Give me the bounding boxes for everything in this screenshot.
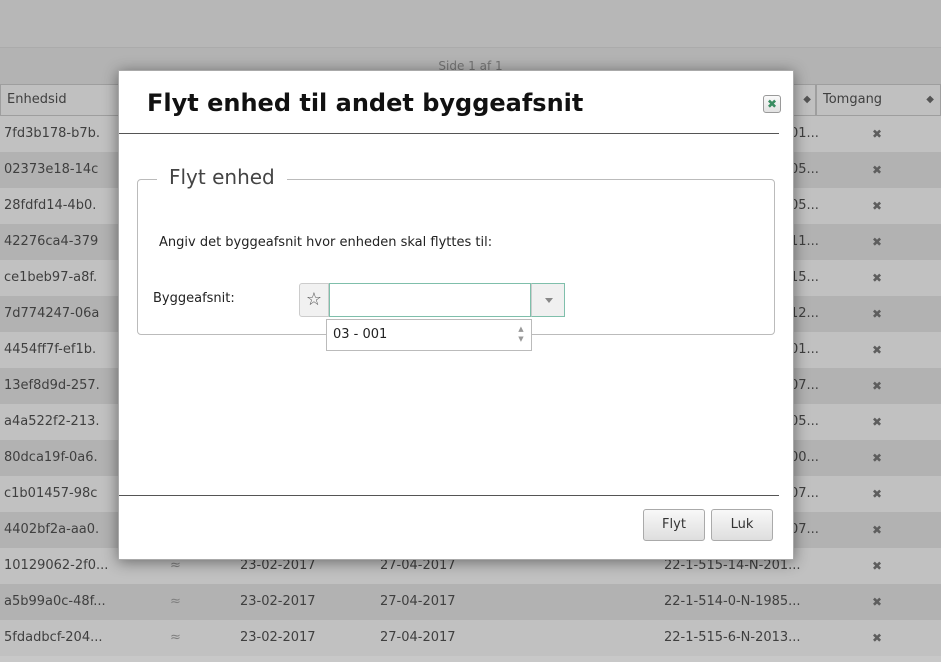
dropdown-toggle-button[interactable] [531, 283, 565, 317]
fieldset-legend: Flyt enhed [157, 165, 287, 189]
scroll-arrows-icon[interactable]: ▲ ▼ [517, 324, 525, 346]
move-button[interactable]: Flyt [643, 509, 705, 541]
byggeafsnit-label: Byggeafsnit: [153, 291, 235, 306]
byggeafsnit-dropdown-list: 03 - 001 ▲ ▼ [326, 319, 532, 351]
chevron-down-icon [545, 298, 553, 303]
close-button[interactable]: Luk [711, 509, 773, 541]
move-unit-dialog: Flyt enhed til andet byggeafsnit ✖ Flyt … [118, 70, 794, 560]
divider [119, 495, 779, 496]
close-icon[interactable]: ✖ [763, 95, 781, 113]
dialog-title: Flyt enhed til andet byggeafsnit [147, 89, 584, 117]
instruction-text: Angiv det byggeafsnit hvor enheden skal … [159, 235, 493, 250]
dropdown-option[interactable]: 03 - 001 [333, 320, 387, 350]
divider [119, 133, 779, 134]
byggeafsnit-input[interactable] [329, 283, 531, 317]
favorite-star-icon[interactable]: ☆ [299, 283, 329, 317]
